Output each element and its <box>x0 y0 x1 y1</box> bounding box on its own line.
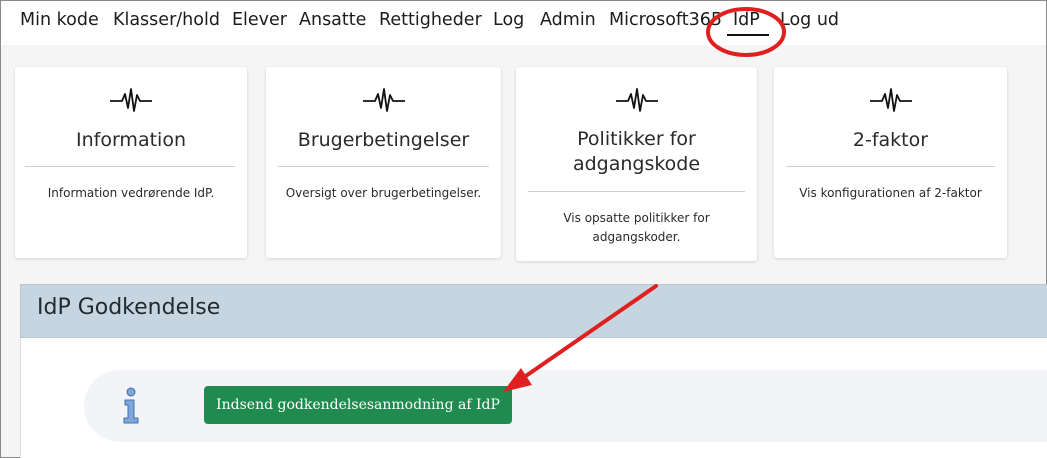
card-title-line1: Politikker for <box>577 128 696 150</box>
card-title: Brugerbetingelser <box>297 129 470 151</box>
info-icon <box>123 387 139 424</box>
panel-header: IdP Godkendelse <box>20 284 1047 338</box>
card-title: Information <box>76 129 186 151</box>
card-description: Oversigt over brugerbetingelser. <box>285 186 482 200</box>
card-title-line2: adgangskode <box>572 153 701 175</box>
pulse-icon <box>615 88 658 112</box>
card-2-faktor[interactable]: 2-faktor Vis konfigurationen af 2-faktor <box>774 67 1007 258</box>
nav-item-rettigheder[interactable]: Rettigheder <box>379 10 482 30</box>
nav-item-elever[interactable]: Elever <box>232 10 287 30</box>
nav-item-log-ud[interactable]: Log ud <box>780 10 839 30</box>
card-divider <box>528 191 745 192</box>
card-information[interactable]: Information Information vedrørende IdP. <box>15 67 247 258</box>
nav-item-ansatte[interactable]: Ansatte <box>299 10 366 30</box>
active-nav-underline <box>727 34 769 36</box>
pulse-icon <box>869 88 912 112</box>
card-brugerbetingelser[interactable]: Brugerbetingelser Oversigt over brugerbe… <box>266 67 501 258</box>
panel-title: IdP Godkendelse <box>37 295 221 320</box>
card-description: Information vedrørende IdP. <box>47 186 215 200</box>
top-nav: Min kode Klasser/hold Elever Ansatte Ret… <box>1 1 1046 45</box>
card-politikker-for-adgangskode[interactable]: Politikker for adgangskode Vis opsatte p… <box>516 67 757 261</box>
card-divider <box>786 166 995 167</box>
card-description: Vis konfigurationen af 2-faktor <box>799 186 982 200</box>
card-divider <box>25 166 235 167</box>
card-divider <box>278 166 489 167</box>
card-description-line2: adgangskoder. <box>592 230 681 244</box>
nav-item-min-kode[interactable]: Min kode <box>20 10 99 30</box>
nav-item-klasser-hold[interactable]: Klasser/hold <box>113 10 220 30</box>
pulse-icon <box>110 88 152 112</box>
nav-item-microsoft365[interactable]: Microsoft365 <box>609 10 722 30</box>
nav-item-admin[interactable]: Admin <box>540 10 596 30</box>
card-title: 2-faktor <box>852 129 929 151</box>
card-description-line1: Vis opsatte politikker for <box>563 211 710 225</box>
submit-idp-approval-button[interactable]: Indsend godkendelsesanmodning af IdP <box>204 386 512 424</box>
nav-item-log[interactable]: Log <box>493 10 524 30</box>
pulse-icon <box>362 88 405 112</box>
nav-item-idp[interactable]: IdP <box>733 10 760 30</box>
